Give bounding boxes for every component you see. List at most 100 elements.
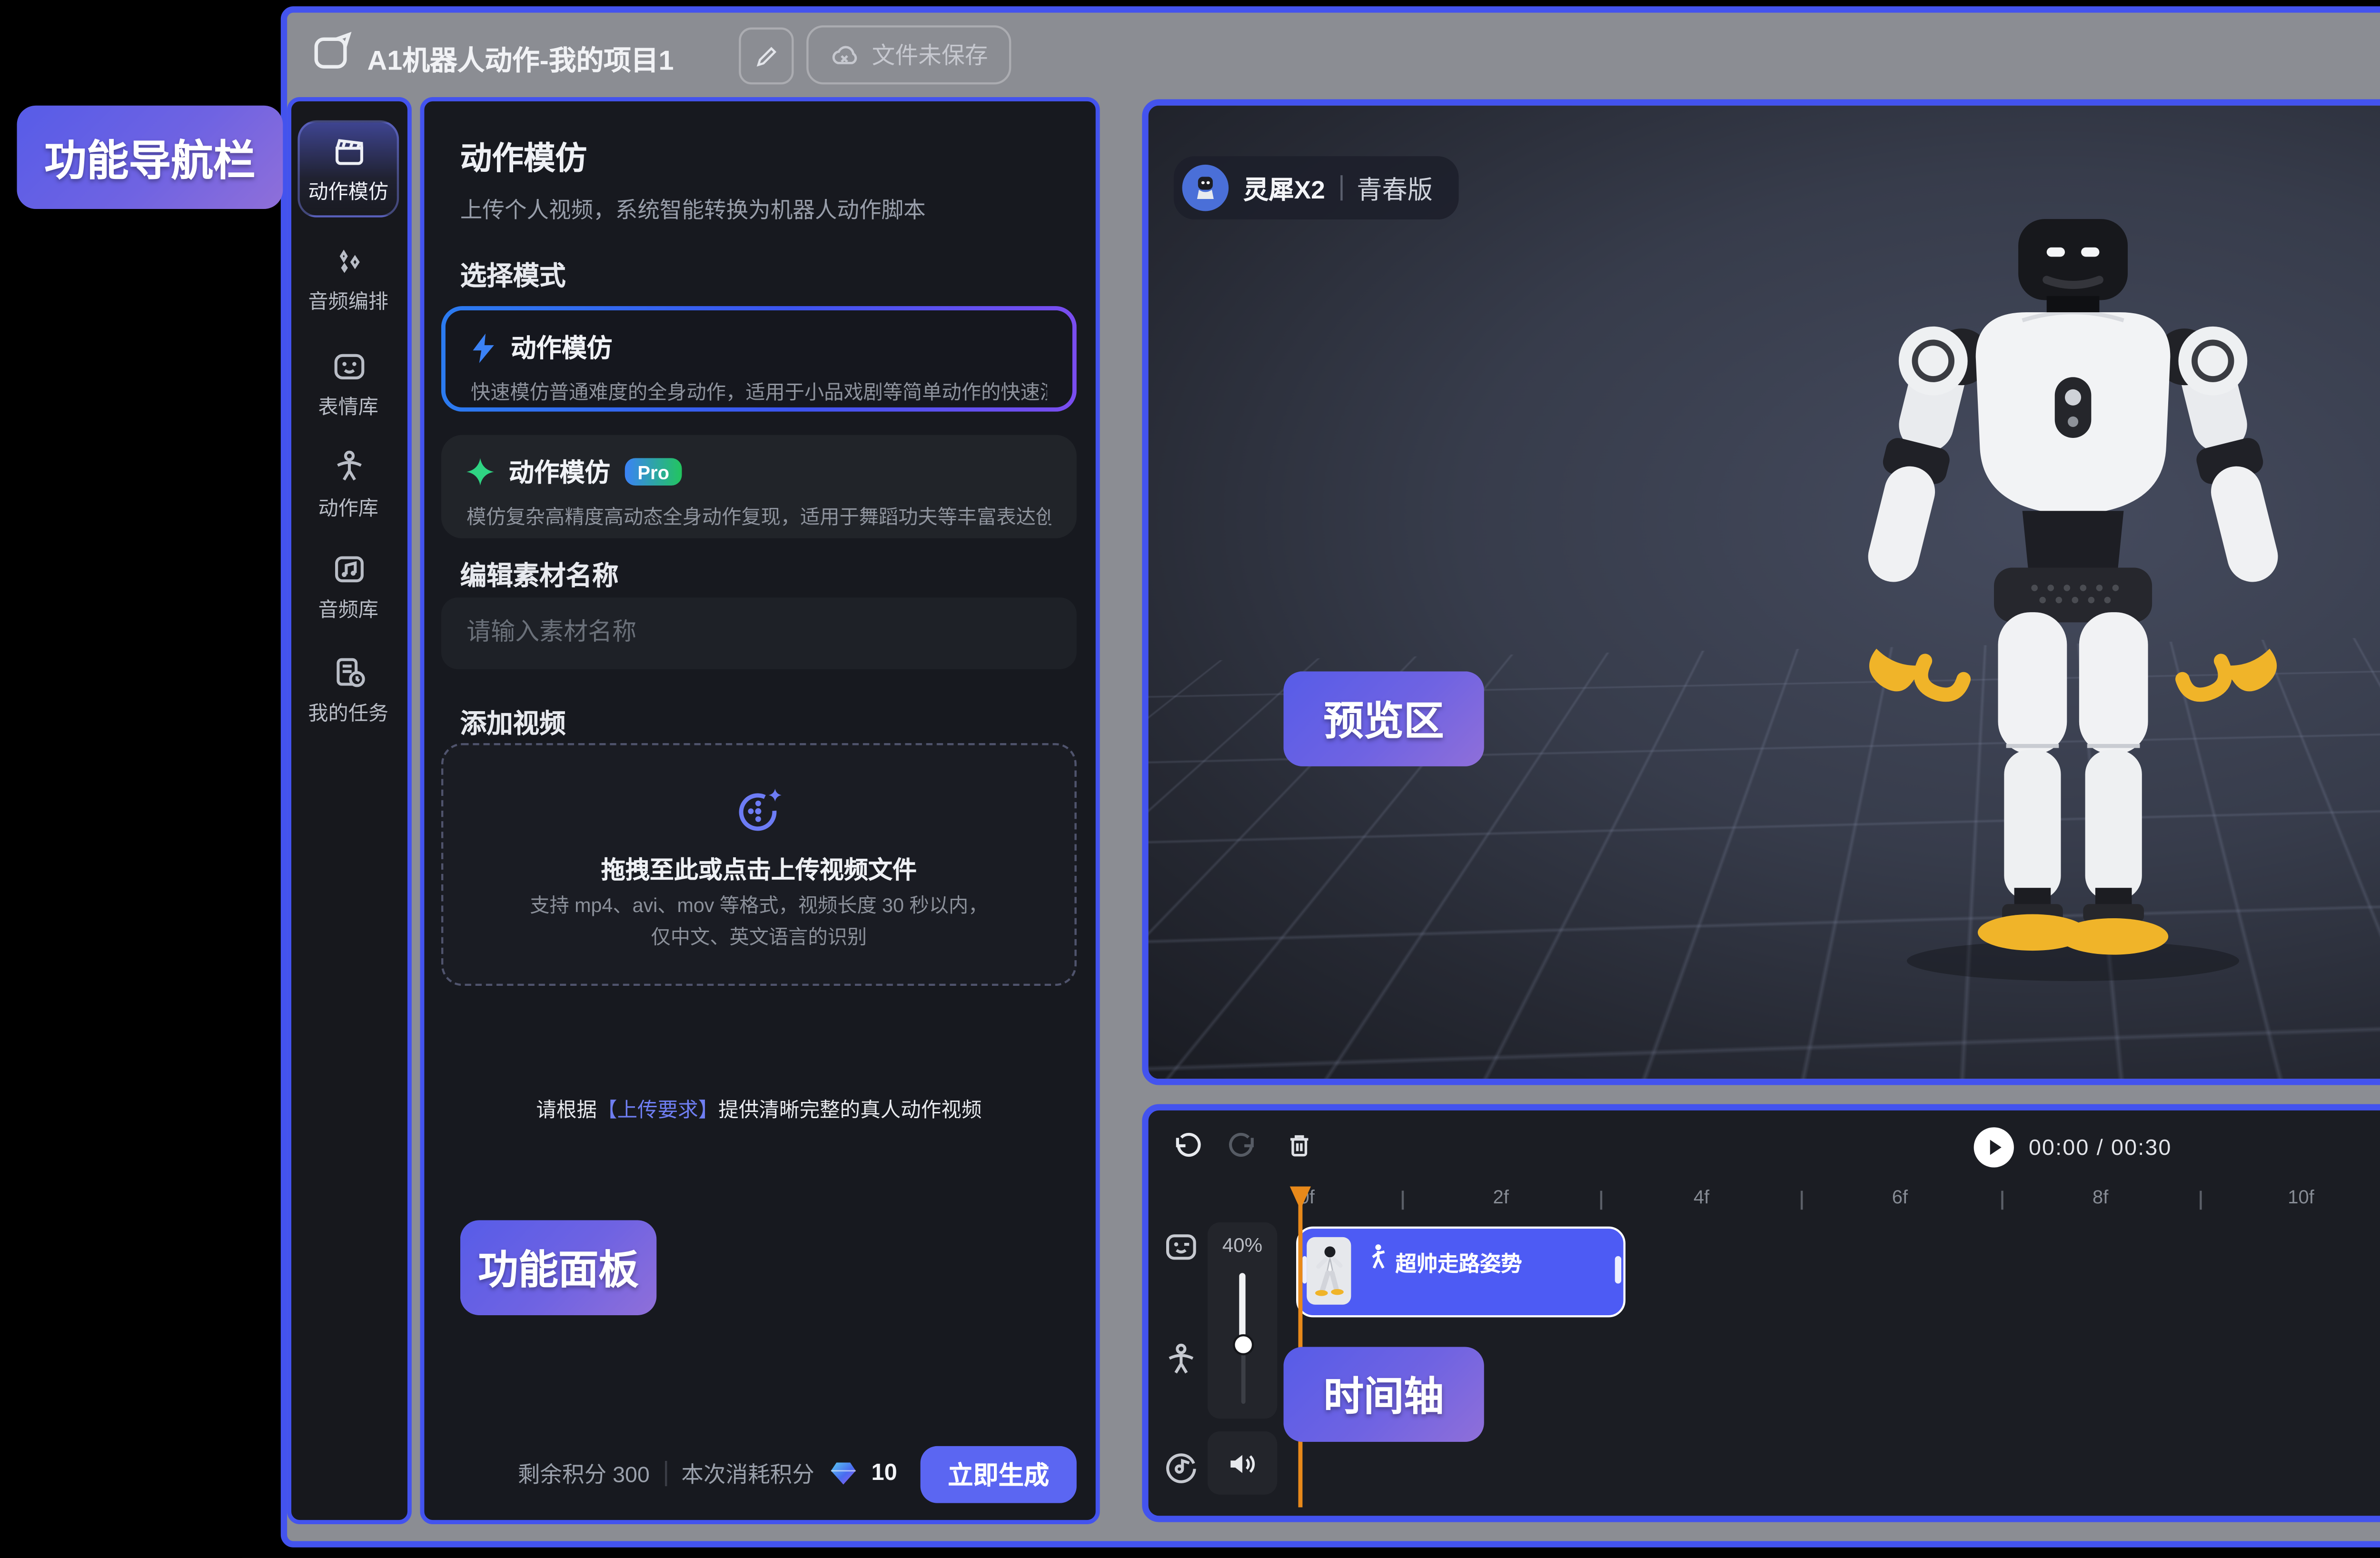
sparkles-icon [330,243,366,278]
model-name: 灵犀X2 [1243,170,1325,206]
model-edition: 青春版 [1357,170,1433,206]
clip-trim-handle-right[interactable] [1615,1256,1620,1284]
robot-avatar [1182,165,1229,211]
cloud-unsaved-icon [830,42,859,68]
ruler-tick [1801,1191,1803,1210]
ruler-label: 10f [2288,1186,2314,1207]
mute-toggle-button[interactable] [1208,1431,1277,1495]
delete-clip-button[interactable] [1283,1130,1315,1161]
ruler-label: 6f [1892,1186,1908,1207]
action-figure-icon [330,450,366,486]
upload-hint-line2: 仅中文、英文语言的识别 [651,923,867,949]
timeline-clip[interactable]: 超帅走路姿势 [1296,1227,1626,1318]
redo-button[interactable] [1227,1131,1259,1163]
screenshot-stage: A1机器人动作-我的项目1 文件未保存 合成并保存 [0,0,2380,1558]
sidebar-item-audio-library[interactable]: 音频库 [296,538,401,635]
timeline-panel: 00:00 / 00:30 0f 2f 4f 6f 8f [1142,1104,2380,1522]
preview-viewport[interactable]: 灵犀X2 青春版 Z Y X [1142,99,2380,1085]
material-name-label: 编辑素材名称 [460,553,619,593]
save-status-label: 文件未保存 [872,38,988,72]
playback-time: 00:00 / 00:30 [2029,1136,2172,1161]
ruler-label: 8f [2092,1186,2108,1207]
function-nav-sidebar: 动作模仿 音频编排 表情库 [287,97,412,1524]
sidebar-item-motion-library[interactable]: 动作库 [296,437,401,534]
volume-popover: 40% [1208,1222,1277,1419]
mode-description: 模仿复杂高精度高动态全身动作复现，适用于舞蹈功夫等丰富表达创作表演 [466,500,1051,530]
robot-model[interactable] [1820,200,2326,1024]
clip-trim-handle-left[interactable] [1301,1256,1307,1284]
app-logo-icon [312,32,352,72]
sidebar-item-my-tasks[interactable]: 我的任务 [296,642,401,739]
rename-project-button[interactable] [739,28,793,85]
cost-value: 10 [872,1461,897,1486]
sidebar-item-label: 表情库 [318,390,378,420]
sparkle-icon [466,458,494,486]
sidebar-item-label: 音频库 [318,593,378,623]
undo-button[interactable] [1171,1131,1203,1163]
sidebar-item-expression-library[interactable]: 表情库 [296,336,401,433]
project-title: A1机器人动作-我的项目1 [367,38,674,78]
credits-remaining: 剩余积分 300 [518,1458,650,1489]
play-button[interactable] [1974,1127,2014,1167]
robot-model-badge: 灵犀X2 青春版 [1174,156,1458,219]
film-reel-upload-icon [730,780,787,837]
gem-icon [829,1461,857,1486]
ruler-tick [1600,1191,1602,1210]
task-list-icon [330,655,366,690]
footer-divider [664,1461,666,1486]
volume-value: 40% [1208,1235,1277,1258]
upload-requirement-notice: 请根据【上传要求】提供清晰完整的真人动作视频 [441,1093,1077,1123]
ruler-tick [1402,1191,1404,1210]
notice-suffix: 提供清晰完整的真人动作视频 [718,1100,982,1123]
sidebar-item-audio-arrange[interactable]: 音频编排 [296,230,401,327]
clip-thumbnail [1307,1237,1351,1305]
ruler-tick [2200,1191,2202,1210]
sidebar-item-label: 我的任务 [308,697,388,726]
annotation-panel-label: 功能面板 [460,1220,656,1315]
robot-face-icon [330,348,366,384]
badge-divider [1340,175,1342,200]
mode-name: 动作模仿 [509,454,610,490]
ruler-tick [2001,1191,2003,1210]
audio-track-icon[interactable] [1163,1448,1199,1484]
notice-prefix: 请根据 [536,1100,597,1123]
sidebar-item-label: 动作模仿 [308,175,388,205]
ruler-label: 4f [1694,1186,1709,1207]
volume-slider-knob[interactable] [1232,1334,1253,1355]
pro-badge: Pro [625,458,682,486]
mode-description: 快速模仿普通难度的全身动作，适用于小品戏剧等简单动作的快速演绎 [471,376,1047,405]
volume-slider-track-lower[interactable] [1240,1349,1245,1404]
clip-name: 超帅走路姿势 [1395,1246,1522,1278]
music-box-icon [330,551,366,587]
ruler-label: 2f [1493,1186,1509,1207]
upload-hint-line1: 支持 mp4、avi、mov 等格式，视频长度 30 秒以内， [530,892,988,917]
clapperboard-icon [330,133,366,169]
mode-name: 动作模仿 [511,329,612,365]
expression-track-icon[interactable] [1163,1229,1199,1264]
annotation-timeline-label: 时间轴 [1283,1347,1484,1442]
motion-track-icon[interactable] [1163,1343,1199,1379]
playhead-handle[interactable] [1290,1186,1311,1210]
sidebar-item-label: 动作库 [318,492,378,521]
upload-title: 拖拽至此或点击上传视频文件 [601,852,917,885]
panel-footer: 剩余积分 300 本次消耗积分 10 立即生成 [441,1440,1077,1508]
sidebar-item-label: 音频编排 [308,285,388,315]
mode-card-fast[interactable]: 动作模仿 快速模仿普通难度的全身动作，适用于小品戏剧等简单动作的快速演绎 [441,306,1077,412]
annotation-nav-label: 功能导航栏 [17,106,283,209]
volume-slider-track[interactable] [1239,1273,1245,1340]
file-save-status[interactable]: 文件未保存 [806,25,1011,84]
annotation-preview-label: 预览区 [1283,671,1484,766]
lightning-icon [471,332,496,362]
add-video-label: 添加视频 [460,701,566,741]
titlebar: A1机器人动作-我的项目1 文件未保存 合成并保存 [287,13,2380,95]
upload-requirement-link[interactable]: 【上传要求】 [597,1100,718,1123]
panel-title: 动作模仿 [460,135,587,179]
cost-label: 本次消耗积分 [681,1458,814,1489]
material-name-input[interactable] [441,597,1077,669]
walking-person-icon [1366,1243,1389,1271]
generate-button[interactable]: 立即生成 [921,1445,1077,1502]
video-upload-dropzone[interactable]: 拖拽至此或点击上传视频文件 支持 mp4、avi、mov 等格式，视频长度 30… [441,743,1077,986]
mode-card-pro[interactable]: 动作模仿 Pro 模仿复杂高精度高动态全身动作复现，适用于舞蹈功夫等丰富表达创作… [441,435,1077,538]
mode-section-label: 选择模式 [460,253,566,293]
sidebar-item-motion-mimic[interactable]: 动作模仿 [298,120,399,218]
